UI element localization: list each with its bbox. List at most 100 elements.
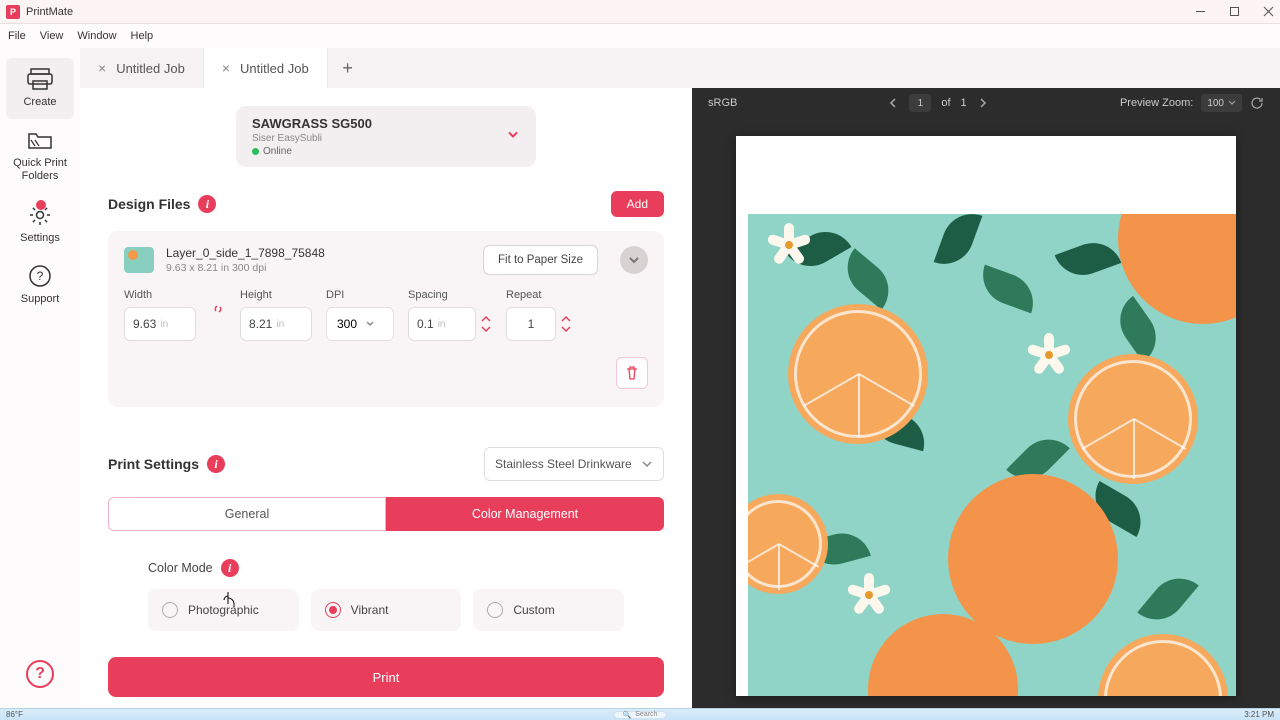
file-thumbnail <box>124 247 154 273</box>
tab-label: Untitled Job <box>240 61 309 76</box>
expand-toggle[interactable] <box>620 246 648 274</box>
weather-widget[interactable]: 86°F <box>6 710 23 719</box>
repeat-input[interactable]: 1 <box>506 307 556 341</box>
width-input[interactable]: 9.63in <box>124 307 196 341</box>
repeat-stepper[interactable] <box>560 314 572 334</box>
color-mode-photographic[interactable]: Photographic <box>148 589 299 631</box>
printer-name: SAWGRASS SG500 <box>252 116 372 131</box>
tab-color-management[interactable]: Color Management <box>386 497 664 531</box>
printer-selector[interactable]: SAWGRASS SG500 Siser EasySubli Online <box>236 106 536 167</box>
preview-toolbar: sRGB 1 of 1 Preview Zoom: 100 <box>692 88 1280 118</box>
chevron-up-icon[interactable] <box>480 314 492 324</box>
refresh-icon[interactable] <box>1250 96 1264 110</box>
dpi-select[interactable]: 300 <box>326 307 394 341</box>
page-number[interactable]: 1 <box>909 94 931 112</box>
tab-close-icon[interactable]: × <box>98 60 106 76</box>
prev-page-button[interactable] <box>887 97 899 109</box>
new-tab-button[interactable]: + <box>328 48 368 88</box>
add-button[interactable]: Add <box>611 191 664 217</box>
print-settings-heading: Print Settings <box>108 456 199 472</box>
design-files-heading: Design Files <box>108 196 190 212</box>
color-mode-label: Color Mode <box>148 561 213 575</box>
info-icon[interactable]: i <box>198 195 216 213</box>
left-rail: Create Quick Print Folders Settings ? Su… <box>0 48 80 708</box>
tab-label: Untitled Job <box>116 61 185 76</box>
rail-support[interactable]: ? Support <box>17 255 64 316</box>
info-icon[interactable]: i <box>207 455 225 473</box>
folder-icon <box>25 129 55 151</box>
close-button[interactable] <box>1262 6 1274 18</box>
document-tab[interactable]: × Untitled Job <box>80 48 204 88</box>
tab-close-icon[interactable]: × <box>222 60 230 76</box>
menu-window[interactable]: Window <box>77 30 116 42</box>
preview-pane: sRGB 1 of 1 Preview Zoom: 100 <box>692 88 1280 708</box>
delete-button[interactable] <box>616 357 648 389</box>
printer-media: Siser EasySubli <box>252 133 372 144</box>
printer-status: Online <box>252 146 372 157</box>
artwork-preview <box>748 214 1236 696</box>
chevron-up-icon[interactable] <box>560 314 572 324</box>
rail-quick-label: Quick Print Folders <box>13 157 67 183</box>
menu-file[interactable]: File <box>8 30 26 42</box>
menu-view[interactable]: View <box>40 30 64 42</box>
paper-preview <box>736 136 1236 696</box>
width-label: Width <box>124 289 196 301</box>
tab-general[interactable]: General <box>108 497 386 531</box>
help-bubble-button[interactable]: ? <box>26 660 54 688</box>
preview-canvas[interactable] <box>692 118 1280 708</box>
info-icon[interactable]: i <box>221 559 239 577</box>
chevron-down-icon <box>506 127 520 146</box>
help-icon: ? <box>25 265 55 287</box>
app-title: PrintMate <box>26 6 73 18</box>
radio-icon <box>325 602 341 618</box>
spacing-input[interactable]: 0.1in <box>408 307 476 341</box>
rail-quick-print[interactable]: Quick Print Folders <box>9 119 71 193</box>
taskbar-search[interactable]: 🔍 Search <box>614 711 667 719</box>
repeat-label: Repeat <box>506 289 572 301</box>
trash-icon <box>624 365 640 381</box>
page-total: 1 <box>961 97 967 109</box>
notification-badge <box>36 200 46 210</box>
print-button[interactable]: Print <box>108 657 664 697</box>
menu-help[interactable]: Help <box>131 30 154 42</box>
color-profile-label: sRGB <box>708 97 737 109</box>
maximize-button[interactable] <box>1228 6 1240 18</box>
height-label: Height <box>240 289 312 301</box>
chevron-down-icon <box>641 458 653 470</box>
rail-create[interactable]: Create <box>6 58 74 119</box>
windows-taskbar[interactable]: 86°F 🔍 Search 3:21 PM <box>0 708 1280 720</box>
chevron-down-icon[interactable] <box>480 324 492 334</box>
radio-icon <box>487 602 503 618</box>
color-mode-vibrant[interactable]: Vibrant <box>311 589 462 631</box>
file-name: Layer_0_side_1_7898_75848 <box>166 246 325 260</box>
settings-tabs: General Color Management <box>108 497 664 531</box>
print-settings-card: Print Settings i Stainless Steel Drinkwa… <box>108 425 664 697</box>
file-dimensions: 9.63 x 8.21 in 300 dpi <box>166 262 325 274</box>
dpi-label: DPI <box>326 289 394 301</box>
color-mode-custom[interactable]: Custom <box>473 589 624 631</box>
zoom-select[interactable]: 100 <box>1201 94 1242 112</box>
chevron-down-icon[interactable] <box>560 324 572 334</box>
rail-support-label: Support <box>21 293 60 306</box>
printer-icon <box>25 68 55 90</box>
svg-text:?: ? <box>37 269 44 283</box>
height-input[interactable]: 8.21in <box>240 307 312 341</box>
link-dimensions-icon[interactable] <box>210 301 226 322</box>
spacing-label: Spacing <box>408 289 492 301</box>
design-file-card: Layer_0_side_1_7898_75848 9.63 x 8.21 in… <box>108 231 664 407</box>
document-tab[interactable]: × Untitled Job <box>204 48 328 88</box>
taskbar-clock[interactable]: 3:21 PM <box>1244 710 1274 719</box>
spacing-stepper[interactable] <box>480 314 492 334</box>
rail-settings-label: Settings <box>20 232 60 245</box>
tab-row: × Untitled Job × Untitled Job + <box>80 48 1280 88</box>
substrate-select[interactable]: Stainless Steel Drinkware <box>484 447 664 481</box>
next-page-button[interactable] <box>977 97 989 109</box>
radio-icon <box>162 602 178 618</box>
minimize-button[interactable] <box>1194 6 1206 18</box>
settings-panel: SAWGRASS SG500 Siser EasySubli Online De… <box>80 88 692 708</box>
fit-to-paper-button[interactable]: Fit to Paper Size <box>483 245 598 275</box>
menu-bar: File View Window Help <box>0 24 1280 48</box>
rail-settings[interactable]: Settings <box>16 194 64 255</box>
rail-create-label: Create <box>23 96 56 109</box>
title-bar: P PrintMate <box>0 0 1280 24</box>
